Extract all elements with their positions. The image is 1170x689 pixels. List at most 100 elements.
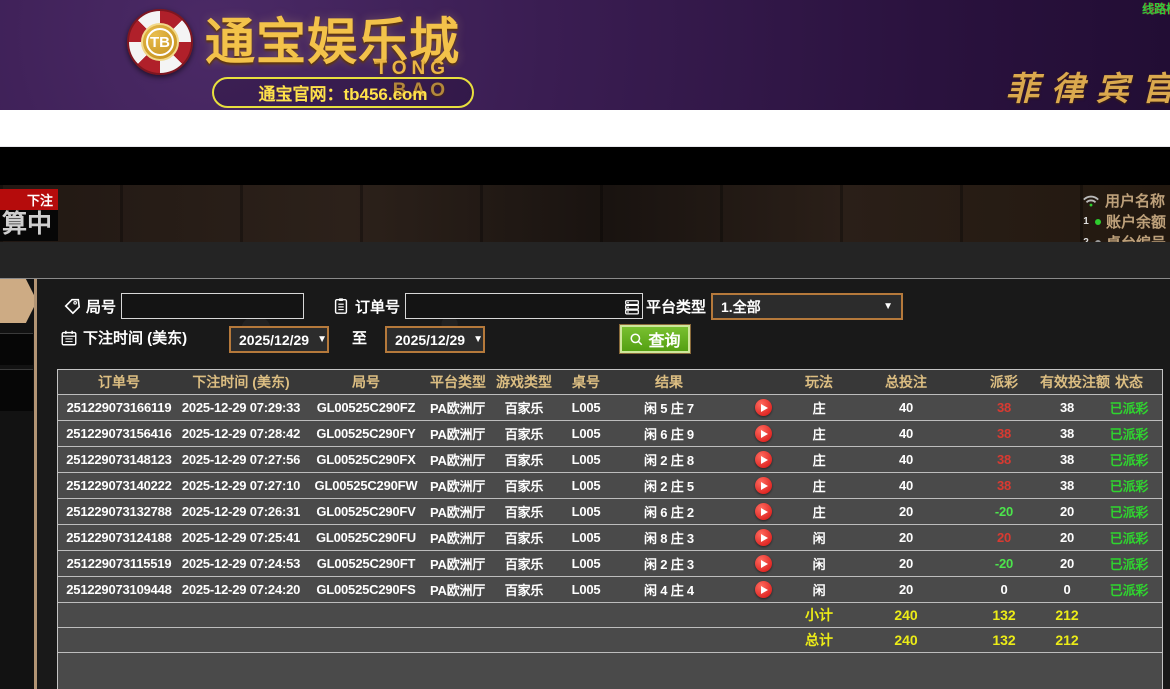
cell-status: 已派彩 — [1094, 398, 1164, 417]
cell-status: 已派彩 — [1094, 476, 1164, 495]
cell-game-type: 百家乐 — [482, 528, 566, 547]
cell-payout: 38 — [968, 478, 1040, 493]
replay-play-icon[interactable] — [755, 399, 772, 416]
cell-game-no: GL00525C290FU — [302, 530, 430, 545]
sidebar-item-stub[interactable] — [0, 333, 33, 365]
casino-chip-logo: TB — [127, 9, 193, 75]
cell-table-no: L005 — [566, 504, 606, 519]
replay-play-icon[interactable] — [755, 581, 772, 598]
cell-payout: 0 — [968, 582, 1040, 597]
table-row: 251229073132788 2025-12-29 07:26:31 GL00… — [58, 498, 1162, 524]
cell-play: 庄 — [794, 398, 844, 417]
search-button[interactable]: 查询 — [620, 325, 690, 353]
col-order-no: 订单号 — [58, 372, 180, 392]
cell-replay — [732, 555, 794, 572]
cell-bet-time: 2025-12-29 07:25:41 — [180, 530, 302, 545]
col-platform: 平台类型 — [430, 372, 482, 392]
green-dot-icon — [1095, 219, 1101, 225]
grand-total-valid-bet: 212 — [1040, 632, 1094, 648]
replay-play-icon[interactable] — [755, 425, 772, 442]
replay-play-icon[interactable] — [755, 451, 772, 468]
date-to-select[interactable]: 2025/12/29 — [385, 326, 485, 353]
balance-index: 1 — [1082, 216, 1090, 227]
cell-game-no: GL00525C290FY — [302, 426, 430, 441]
cell-payout: 20 — [968, 530, 1040, 545]
wifi-icon — [1082, 194, 1100, 208]
cell-total-bet: 40 — [844, 478, 968, 493]
cell-game-no: GL00525C290FZ — [302, 400, 430, 415]
bet-history-table: 订单号 下注时间 (美东) 局号 平台类型 游戏类型 桌号 结果 玩法 总投注 … — [57, 369, 1163, 689]
cell-game-no: GL00525C290FS — [302, 582, 430, 597]
replay-play-icon[interactable] — [755, 529, 772, 546]
cell-result: 闲 6 庄 9 — [606, 424, 732, 443]
col-game-no: 局号 — [302, 372, 430, 392]
official-site-url[interactable]: 通宝官网：tb456.com — [258, 80, 427, 105]
platform-type-label: 平台类型 — [646, 296, 706, 317]
cell-valid-bet: 0 — [1040, 582, 1094, 597]
date-from-value: 2025/12/29 — [239, 332, 309, 348]
cell-total-bet: 40 — [844, 452, 968, 467]
cell-table-no: L005 — [566, 582, 606, 597]
cell-platform: PA欧洲厅 — [430, 450, 482, 469]
cell-game-no: GL00525C290FT — [302, 556, 430, 571]
cell-platform: PA欧洲厅 — [430, 424, 482, 443]
subtotal-valid-bet: 212 — [1040, 607, 1094, 623]
cell-table-no: L005 — [566, 400, 606, 415]
cell-payout: -20 — [968, 556, 1040, 571]
cell-valid-bet: 38 — [1040, 478, 1094, 493]
cell-bet-time: 2025-12-29 07:26:31 — [180, 504, 302, 519]
cell-result: 闲 6 庄 2 — [606, 502, 732, 521]
table-row: 251229073109448 2025-12-29 07:24:20 GL00… — [58, 576, 1162, 602]
cell-total-bet: 40 — [844, 426, 968, 441]
col-payout: 派彩 — [968, 372, 1040, 392]
settling-label: 算中 — [0, 210, 58, 239]
replay-play-icon[interactable] — [755, 555, 772, 572]
cell-payout: 38 — [968, 452, 1040, 467]
cell-order-no: 251229073166119 — [58, 400, 180, 415]
cell-game-type: 百家乐 — [482, 554, 566, 573]
route-check-link[interactable]: 线路检 — [1142, 0, 1170, 17]
cell-replay — [732, 399, 794, 416]
cell-bet-time: 2025-12-29 07:27:56 — [180, 452, 302, 467]
replay-play-icon[interactable] — [755, 503, 772, 520]
cell-replay — [732, 581, 794, 598]
col-bet-time: 下注时间 (美东) — [180, 372, 302, 392]
cell-game-no: GL00525C290FW — [302, 478, 430, 493]
site-header: TB 通宝娱乐城 TONG BAO 通宝官网：tb456.com 线路检 菲律宾… — [0, 0, 1170, 110]
order-no-input[interactable] — [405, 293, 643, 319]
cell-valid-bet: 38 — [1040, 426, 1094, 441]
casino-photo-banner: 下注 算中 用户名称 1 账户余额 2 桌台编号 — [0, 185, 1170, 242]
date-to-value: 2025/12/29 — [395, 332, 465, 348]
cell-valid-bet: 38 — [1040, 452, 1094, 467]
cell-platform: PA欧洲厅 — [430, 502, 482, 521]
platform-type-value: 1.全部 — [721, 297, 761, 317]
platform-type-select[interactable]: 1.全部 — [711, 293, 903, 320]
cell-payout: 38 — [968, 426, 1040, 441]
cell-total-bet: 20 — [844, 556, 968, 571]
cell-status: 已派彩 — [1094, 502, 1164, 521]
subtotal-row: 小计 240 132 212 — [58, 602, 1162, 627]
philippines-calligraphy: 菲律宾官 — [1006, 62, 1170, 110]
cell-order-no: 251229073115519 — [58, 556, 180, 571]
cell-result: 闲 5 庄 7 — [606, 398, 732, 417]
cell-platform: PA欧洲厅 — [430, 476, 482, 495]
replay-play-icon[interactable] — [755, 477, 772, 494]
sidebar-item-stub[interactable] — [0, 369, 33, 411]
cell-game-type: 百家乐 — [482, 502, 566, 521]
calendar-icon — [60, 329, 78, 347]
cell-play: 庄 — [794, 476, 844, 495]
col-game-type: 游戏类型 — [482, 372, 566, 392]
cell-result: 闲 2 庄 3 — [606, 554, 732, 573]
date-from-select[interactable]: 2025/12/29 — [229, 326, 329, 353]
table-row: 251229073166119 2025-12-29 07:29:33 GL00… — [58, 394, 1162, 420]
cell-replay — [732, 451, 794, 468]
game-no-input[interactable] — [121, 293, 304, 319]
grand-total-label: 总计 — [794, 630, 844, 650]
clipboard-icon — [332, 297, 350, 315]
chip-logo-text: TB — [146, 28, 174, 56]
cell-platform: PA欧洲厅 — [430, 398, 482, 417]
main-content: ♠ ♣ 局号 订单号 — [0, 278, 1170, 689]
cell-order-no: 251229073140222 — [58, 478, 180, 493]
cell-play: 闲 — [794, 528, 844, 547]
cell-replay — [732, 477, 794, 494]
